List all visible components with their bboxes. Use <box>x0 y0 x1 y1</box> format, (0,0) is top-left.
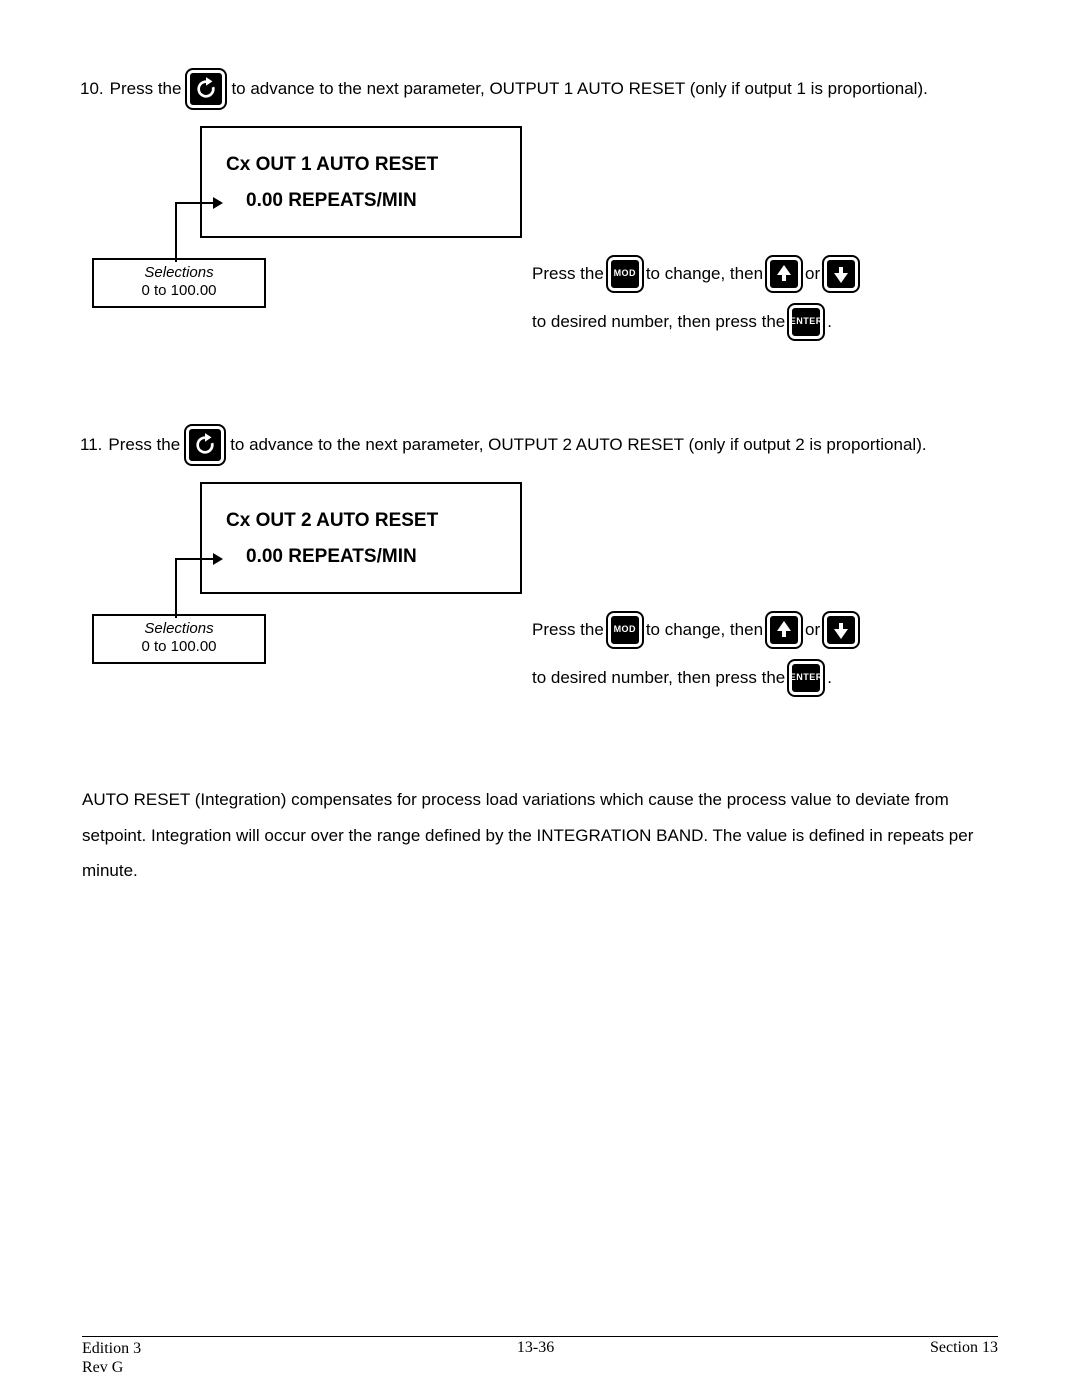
down-arrow-icon <box>824 257 858 291</box>
up-arrow-icon <box>767 257 801 291</box>
act1-period: . <box>827 304 832 340</box>
mod-key-icon: MOD <box>608 613 642 647</box>
enter-key-icon: ENTER <box>789 305 823 339</box>
display-box-2: Cx OUT 2 AUTO RESET 0.00 REPEATS/MIN <box>200 482 522 594</box>
footer-rule <box>82 1336 998 1337</box>
actions-1: Press the MOD to change, then or to desi… <box>532 256 858 339</box>
scroll-icon <box>186 426 224 464</box>
actions-2: Press the MOD to change, then or to desi… <box>532 612 858 695</box>
sel1-title: Selections <box>100 264 258 282</box>
act2-a3: or <box>805 612 820 648</box>
footer-rev: Rev G <box>82 1358 141 1377</box>
up-arrow-icon <box>767 613 801 647</box>
sel2-range: 0 to 100.00 <box>100 638 258 656</box>
step-11-pre: Press the <box>108 433 180 457</box>
selections-box-1: Selections 0 to 100.00 <box>92 258 266 308</box>
footer-page: 13-36 <box>517 1339 554 1377</box>
mod-key-icon: MOD <box>608 257 642 291</box>
act2-b1: to desired number, then press the <box>532 660 785 696</box>
act1-a2: to change, then <box>646 256 763 292</box>
step-11-post: to advance to the next parameter, OUTPUT… <box>230 433 926 457</box>
footer-edition: Edition 3 <box>82 1339 141 1358</box>
step-10-post: to advance to the next parameter, OUTPUT… <box>231 77 927 101</box>
display-box-1: Cx OUT 1 AUTO RESET 0.00 REPEATS/MIN <box>200 126 522 238</box>
footer: Edition 3 Rev G 13-36 Section 13 <box>82 1339 998 1377</box>
footer-section: Section 13 <box>930 1339 998 1377</box>
disp2-line2: 0.00 REPEATS/MIN <box>246 546 496 568</box>
step-11-num: 11. <box>80 433 102 457</box>
enter-key-icon: ENTER <box>789 661 823 695</box>
down-arrow-icon <box>824 613 858 647</box>
step-10-num: 10. <box>80 77 104 101</box>
disp1-line2: 0.00 REPEATS/MIN <box>246 190 496 212</box>
act2-a1: Press the <box>532 612 604 648</box>
step-10-pre: Press the <box>110 77 182 101</box>
sel2-title: Selections <box>100 620 258 638</box>
scroll-icon <box>187 70 225 108</box>
disp2-line1: Cx OUT 2 AUTO RESET <box>226 510 496 532</box>
step-11: 11. Press the to advance to the next par… <box>80 426 998 464</box>
act1-a3: or <box>805 256 820 292</box>
act2-period: . <box>827 660 832 696</box>
sel1-range: 0 to 100.00 <box>100 282 258 300</box>
disp1-line1: Cx OUT 1 AUTO RESET <box>226 154 496 176</box>
selections-box-2: Selections 0 to 100.00 <box>92 614 266 664</box>
act2-a2: to change, then <box>646 612 763 648</box>
act1-b1: to desired number, then press the <box>532 304 785 340</box>
auto-reset-paragraph: AUTO RESET (Integration) compensates for… <box>82 782 998 889</box>
step-10: 10. Press the to advance to the next par… <box>80 70 998 108</box>
act1-a1: Press the <box>532 256 604 292</box>
